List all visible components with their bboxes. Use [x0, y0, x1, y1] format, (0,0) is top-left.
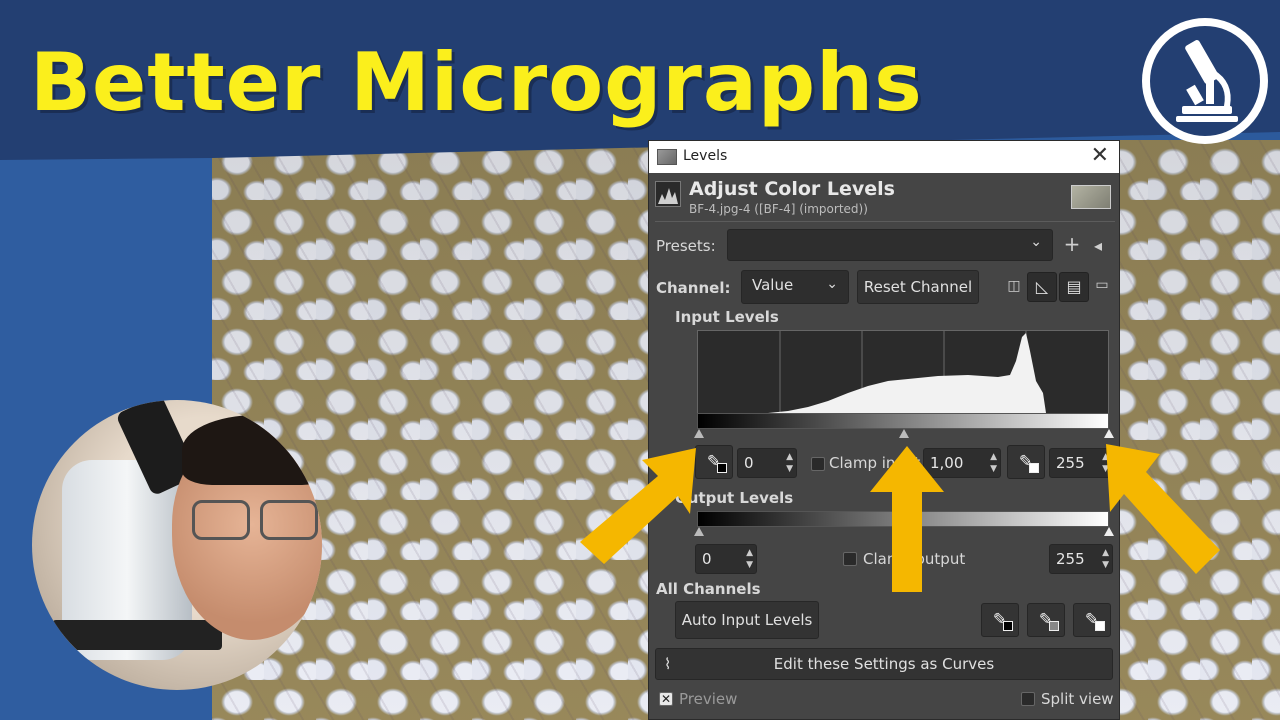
- spin-arrows-icon[interactable]: ▲ ▼: [746, 547, 753, 571]
- microscope-stage: [52, 620, 222, 650]
- auto-input-levels-button[interactable]: Auto Input Levels: [675, 601, 819, 639]
- image-thumbnail: [1071, 185, 1111, 209]
- microscope-icon: [1176, 40, 1238, 122]
- spin-arrows-icon[interactable]: ▲ ▼: [990, 451, 997, 475]
- presenter-photo: [32, 400, 322, 690]
- channel-logo: [1142, 18, 1268, 144]
- input-high-value: 255: [1056, 454, 1085, 472]
- edit-as-curves-button[interactable]: ⌇ Edit these Settings as Curves: [655, 648, 1113, 680]
- close-icon[interactable]: ✕: [1091, 143, 1109, 168]
- edit-as-curves-label: Edit these Settings as Curves: [773, 655, 995, 673]
- histogram: [697, 330, 1109, 414]
- annotation-arrow-right: [1106, 444, 1220, 574]
- output-high-value: 255: [1056, 550, 1085, 568]
- all-channels-label: All Channels: [656, 580, 761, 598]
- input-low-field[interactable]: 0 ▲ ▼: [737, 448, 797, 478]
- video-title: Better Micrographs: [30, 36, 923, 129]
- clamp-input-checkbox[interactable]: [811, 457, 825, 471]
- chevron-down-icon: ⌄: [826, 276, 838, 292]
- levels-dialog: Levels ✕ Adjust Color Levels BF-4.jpg-4 …: [648, 140, 1120, 720]
- input-gradient-bar: [697, 413, 1109, 429]
- curves-icon: ⌇: [664, 655, 672, 673]
- pick-white-point-button[interactable]: ✎: [1073, 603, 1111, 637]
- preview-label: Preview: [679, 690, 738, 708]
- presets-label: Presets:: [656, 237, 716, 255]
- clamp-output-checkbox[interactable]: [843, 552, 857, 566]
- annotation-arrow-left: [580, 448, 696, 564]
- spin-arrows-icon[interactable]: ▲ ▼: [786, 451, 793, 475]
- input-low-value: 0: [744, 454, 754, 472]
- pick-gray-point-button[interactable]: ✎: [1027, 603, 1065, 637]
- dialog-heading: Adjust Color Levels: [689, 178, 895, 200]
- split-view-label: Split view: [1041, 690, 1114, 708]
- histogram-icon: ▤: [1066, 277, 1082, 296]
- preset-menu-icon[interactable]: ◂: [1089, 236, 1107, 255]
- channel-dropdown[interactable]: Value ⌄: [741, 270, 849, 304]
- levels-icon: [655, 181, 681, 207]
- white-point-picker-button[interactable]: ✎: [1007, 445, 1045, 479]
- annotation-arrow-center: [870, 446, 944, 592]
- log-histogram-button[interactable]: ◺: [1027, 272, 1057, 302]
- channel-label: Channel:: [656, 279, 731, 297]
- presenter-hair: [182, 415, 322, 485]
- channel-value: Value: [752, 276, 794, 294]
- log-histogram-icon: ◺: [1035, 277, 1049, 296]
- window-title: Levels: [683, 148, 728, 164]
- histogram-alt-icon[interactable]: ▭: [1093, 277, 1111, 293]
- glasses-right-lens: [260, 500, 318, 540]
- chevron-down-icon: ⌄: [1030, 234, 1042, 250]
- reset-channel-button[interactable]: Reset Channel: [857, 270, 979, 304]
- histogram-view-button[interactable]: ▤: [1059, 272, 1089, 302]
- linear-histogram-icon[interactable]: ◫: [1005, 278, 1023, 294]
- dialog-titlebar[interactable]: Levels ✕: [649, 141, 1119, 173]
- presets-dropdown[interactable]: ⌄: [727, 229, 1053, 261]
- glasses-left-lens: [192, 500, 250, 540]
- input-gamma-handle[interactable]: [899, 429, 909, 438]
- input-levels-label: Input Levels: [675, 308, 779, 326]
- pick-black-point-button[interactable]: ✎: [981, 603, 1019, 637]
- add-preset-icon[interactable]: +: [1063, 234, 1081, 254]
- image-name: BF-4.jpg-4 ([BF-4] (imported)): [689, 202, 868, 216]
- histogram-graph: [768, 331, 1046, 413]
- split-view-checkbox[interactable]: [1021, 692, 1035, 706]
- gimp-app-icon: [657, 149, 677, 165]
- preview-checkbox[interactable]: ✕: [659, 692, 673, 706]
- header-divider: [655, 221, 1115, 222]
